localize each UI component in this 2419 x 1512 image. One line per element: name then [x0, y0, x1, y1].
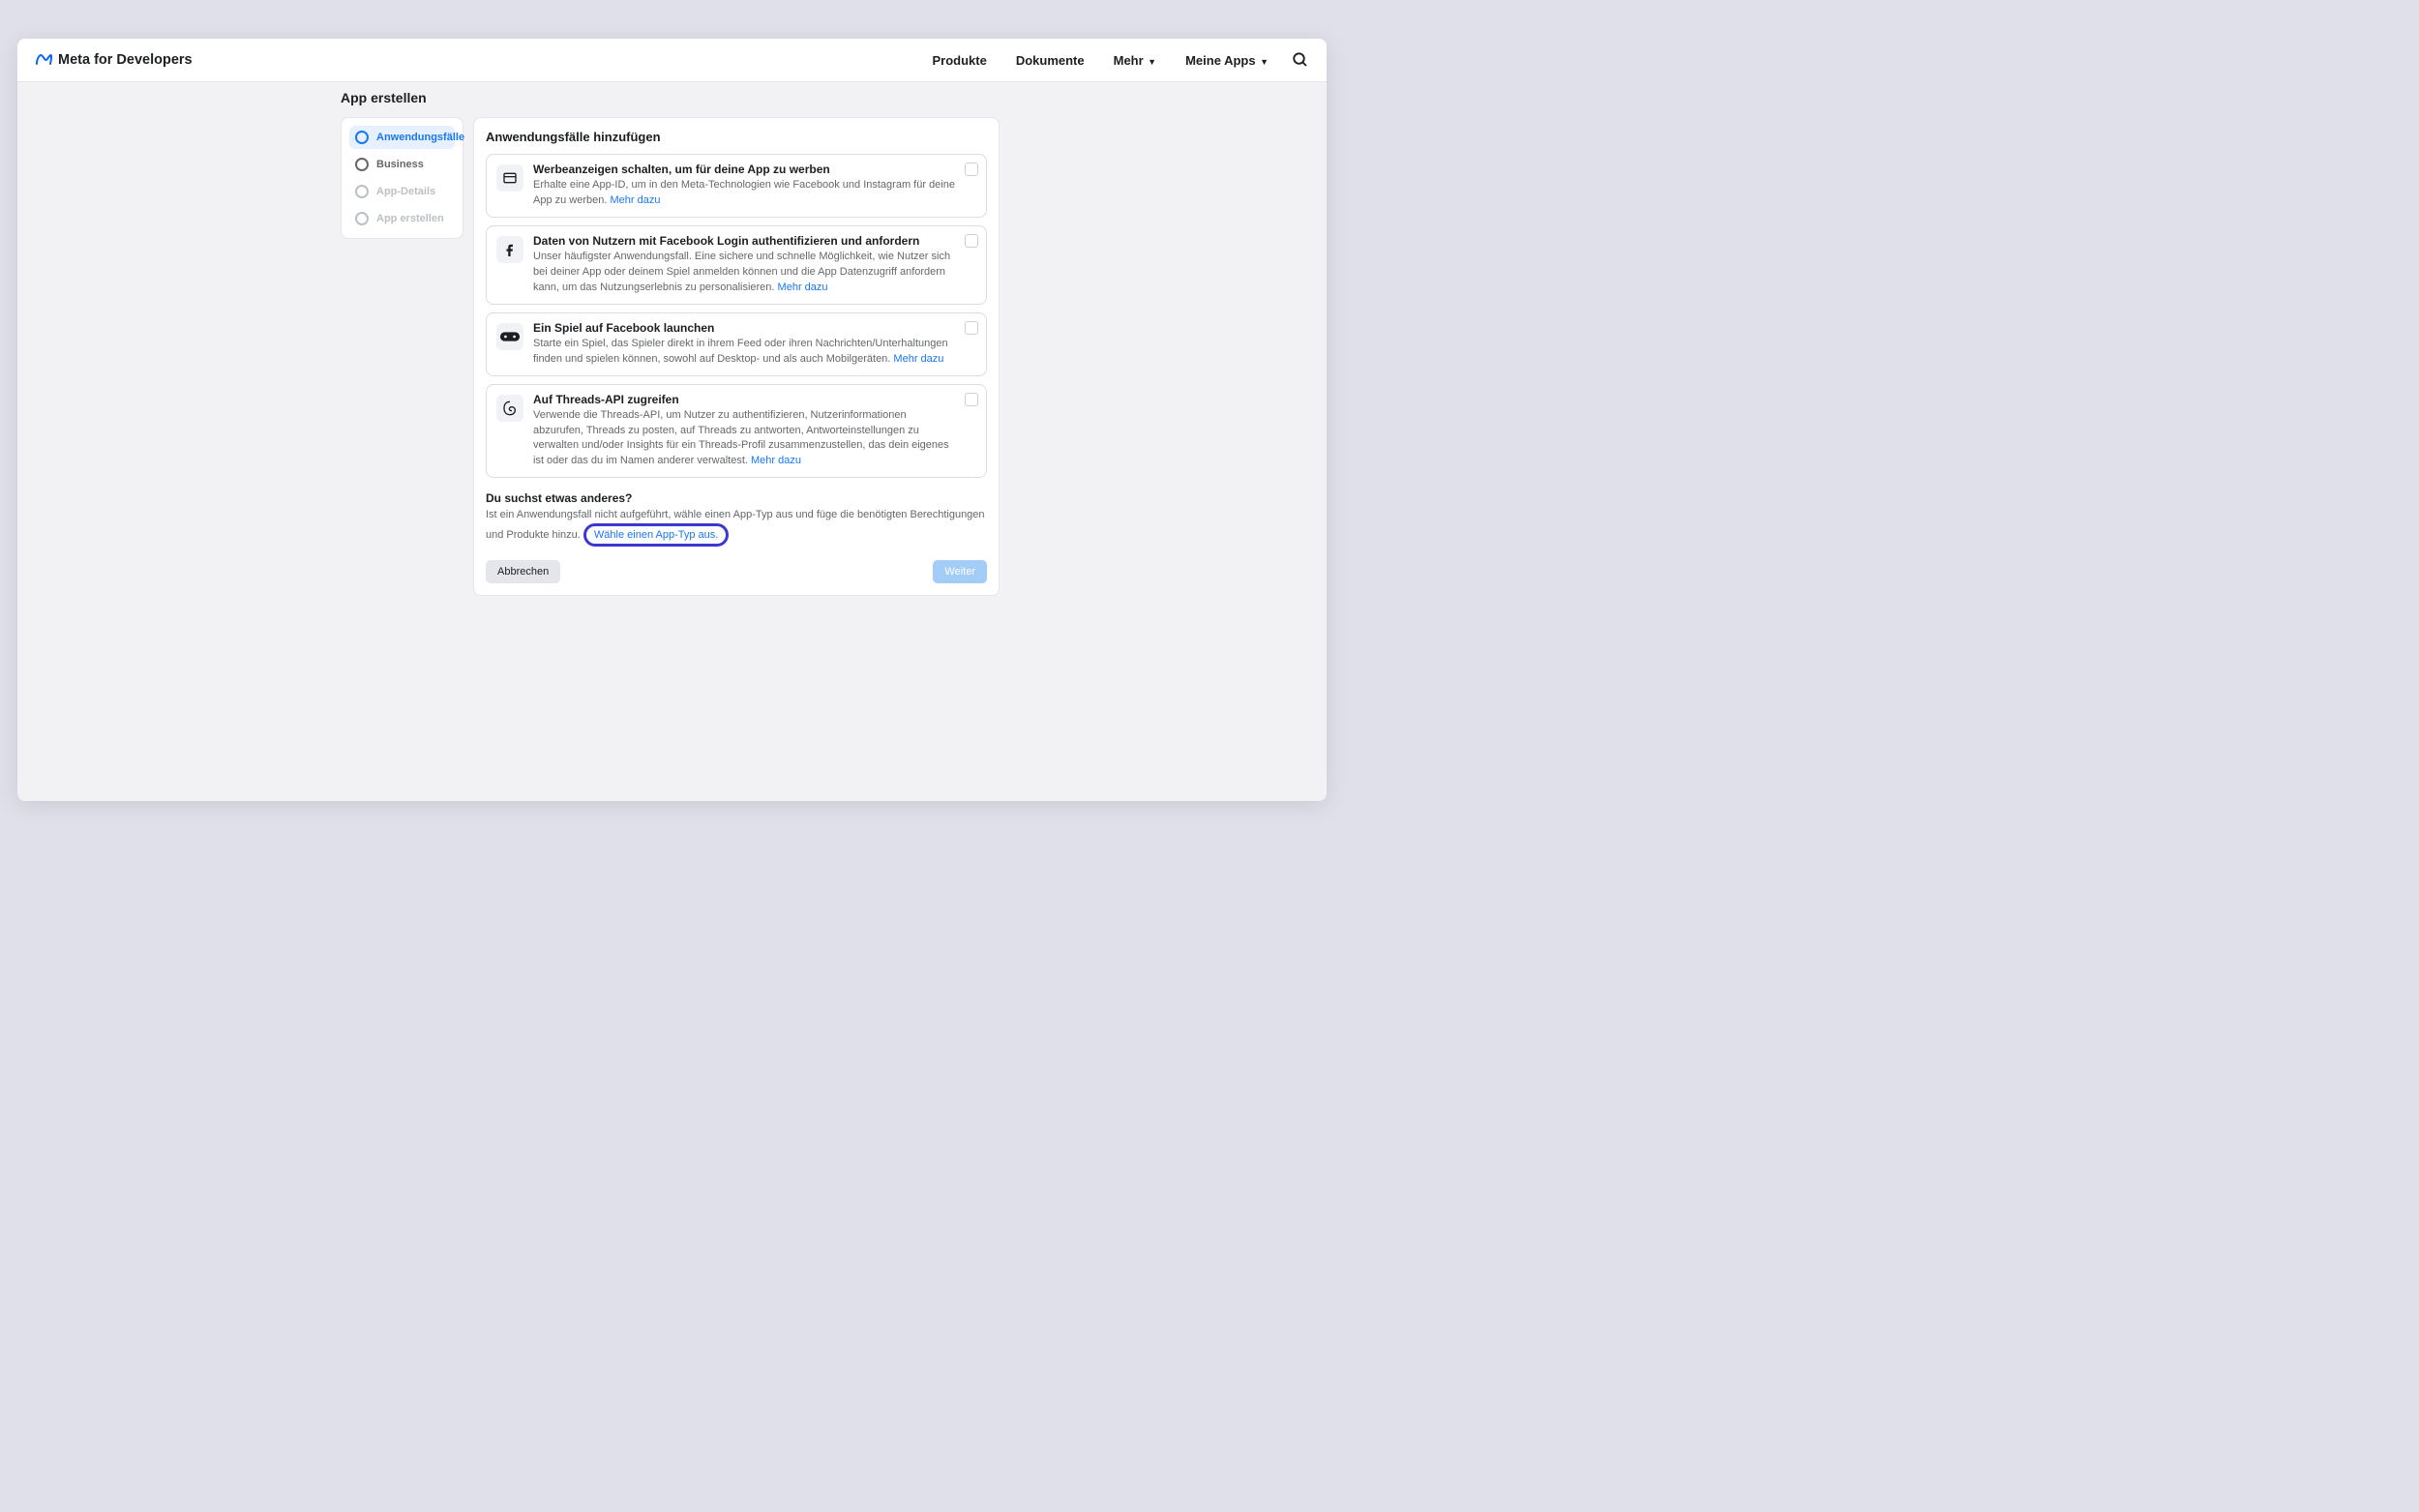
usecase-body: Werbeanzeigen schalten, um für deine App… — [533, 163, 976, 209]
step-label: Business — [376, 159, 424, 170]
content-area: App erstellen Anwendungsfälle Business A… — [17, 82, 1327, 615]
step-circle-icon — [355, 158, 369, 171]
select-app-type-link[interactable]: Wähle einen App-Typ aus. — [583, 523, 729, 548]
step-circle-icon — [355, 131, 369, 144]
usecase-desc: Erhalte eine App-ID, um in den Meta-Tech… — [533, 178, 957, 209]
usecase-body: Auf Threads-API zugreifen Verwende die T… — [533, 393, 976, 470]
alt-heading: Du suchst etwas anderes? — [486, 491, 987, 505]
step-label: Anwendungsfälle — [376, 132, 464, 143]
step-label: App-Details — [376, 186, 435, 197]
usecase-card-fblogin[interactable]: Daten von Nutzern mit Facebook Login aut… — [486, 225, 987, 305]
usecase-card-threads[interactable]: Auf Threads-API zugreifen Verwende die T… — [486, 384, 987, 479]
cancel-button[interactable]: Abbrechen — [486, 560, 560, 583]
caret-down-icon: ▼ — [1258, 57, 1269, 67]
usecase-title: Werbeanzeigen schalten, um für deine App… — [533, 163, 957, 176]
usecase-checkbox[interactable] — [965, 234, 978, 248]
usecase-checkbox[interactable] — [965, 321, 978, 335]
alt-section: Du suchst etwas anderes? Ist ein Anwendu… — [486, 491, 987, 547]
nav-myapps[interactable]: Meine Apps ▼ — [1185, 53, 1269, 68]
brand-text: Meta for Developers — [58, 52, 193, 68]
game-icon — [496, 323, 523, 350]
nav-docs[interactable]: Dokumente — [1016, 53, 1085, 68]
usecase-card-ads[interactable]: Werbeanzeigen schalten, um für deine App… — [486, 154, 987, 218]
next-button[interactable]: Weiter — [933, 560, 987, 583]
meta-logo-icon — [35, 54, 52, 66]
ad-icon — [496, 164, 523, 192]
step-business[interactable]: Business — [349, 153, 455, 176]
dialog-actions: Abbrechen Weiter — [486, 560, 987, 583]
learn-more-link[interactable]: Mehr dazu — [751, 455, 801, 466]
layout-row: Anwendungsfälle Business App-Details App… — [341, 117, 1307, 596]
usecase-title: Auf Threads-API zugreifen — [533, 393, 957, 406]
main-panel: Anwendungsfälle hinzufügen Werbeanzeigen… — [473, 117, 1000, 596]
usecase-body: Daten von Nutzern mit Facebook Login aut… — [533, 234, 976, 296]
step-label: App erstellen — [376, 213, 444, 224]
usecase-checkbox[interactable] — [965, 393, 978, 406]
usecase-title: Ein Spiel auf Facebook launchen — [533, 321, 957, 335]
alt-desc: Ist ein Anwendungsfall nicht aufgeführt,… — [486, 507, 987, 547]
step-usecases[interactable]: Anwendungsfälle — [349, 126, 455, 149]
threads-icon — [496, 395, 523, 422]
step-circle-icon — [355, 185, 369, 198]
nav-more[interactable]: Mehr ▼ — [1114, 53, 1156, 68]
usecase-desc: Starte ein Spiel, das Spieler direkt in … — [533, 337, 957, 368]
nav-products[interactable]: Produkte — [932, 53, 986, 68]
usecase-card-game[interactable]: Ein Spiel auf Facebook launchen Starte e… — [486, 312, 987, 376]
step-appdetails: App-Details — [349, 180, 455, 203]
caret-down-icon: ▼ — [1146, 57, 1156, 67]
facebook-icon — [496, 236, 523, 263]
panel-heading: Anwendungsfälle hinzufügen — [486, 130, 987, 144]
step-circle-icon — [355, 212, 369, 225]
learn-more-link[interactable]: Mehr dazu — [778, 282, 828, 293]
usecase-desc: Verwende die Threads-API, um Nutzer zu a… — [533, 408, 957, 470]
learn-more-link[interactable]: Mehr dazu — [611, 194, 661, 206]
usecase-title: Daten von Nutzern mit Facebook Login aut… — [533, 234, 957, 248]
step-createapp: App erstellen — [349, 207, 455, 230]
usecase-desc: Unser häufigster Anwendungsfall. Eine si… — [533, 250, 957, 296]
learn-more-link[interactable]: Mehr dazu — [893, 353, 943, 365]
usecase-body: Ein Spiel auf Facebook launchen Starte e… — [533, 321, 976, 368]
page-title: App erstellen — [341, 90, 1307, 105]
steps-sidebar: Anwendungsfälle Business App-Details App… — [341, 117, 463, 239]
search-button[interactable] — [1292, 51, 1309, 69]
search-icon — [1292, 51, 1309, 69]
usecase-checkbox[interactable] — [965, 163, 978, 176]
nav-links: Produkte Dokumente Mehr ▼ Meine Apps ▼ — [932, 53, 1269, 68]
app-window: Meta for Developers Produkte Dokumente M… — [17, 39, 1327, 801]
brand[interactable]: Meta for Developers — [35, 52, 193, 68]
top-nav: Meta for Developers Produkte Dokumente M… — [17, 39, 1327, 82]
